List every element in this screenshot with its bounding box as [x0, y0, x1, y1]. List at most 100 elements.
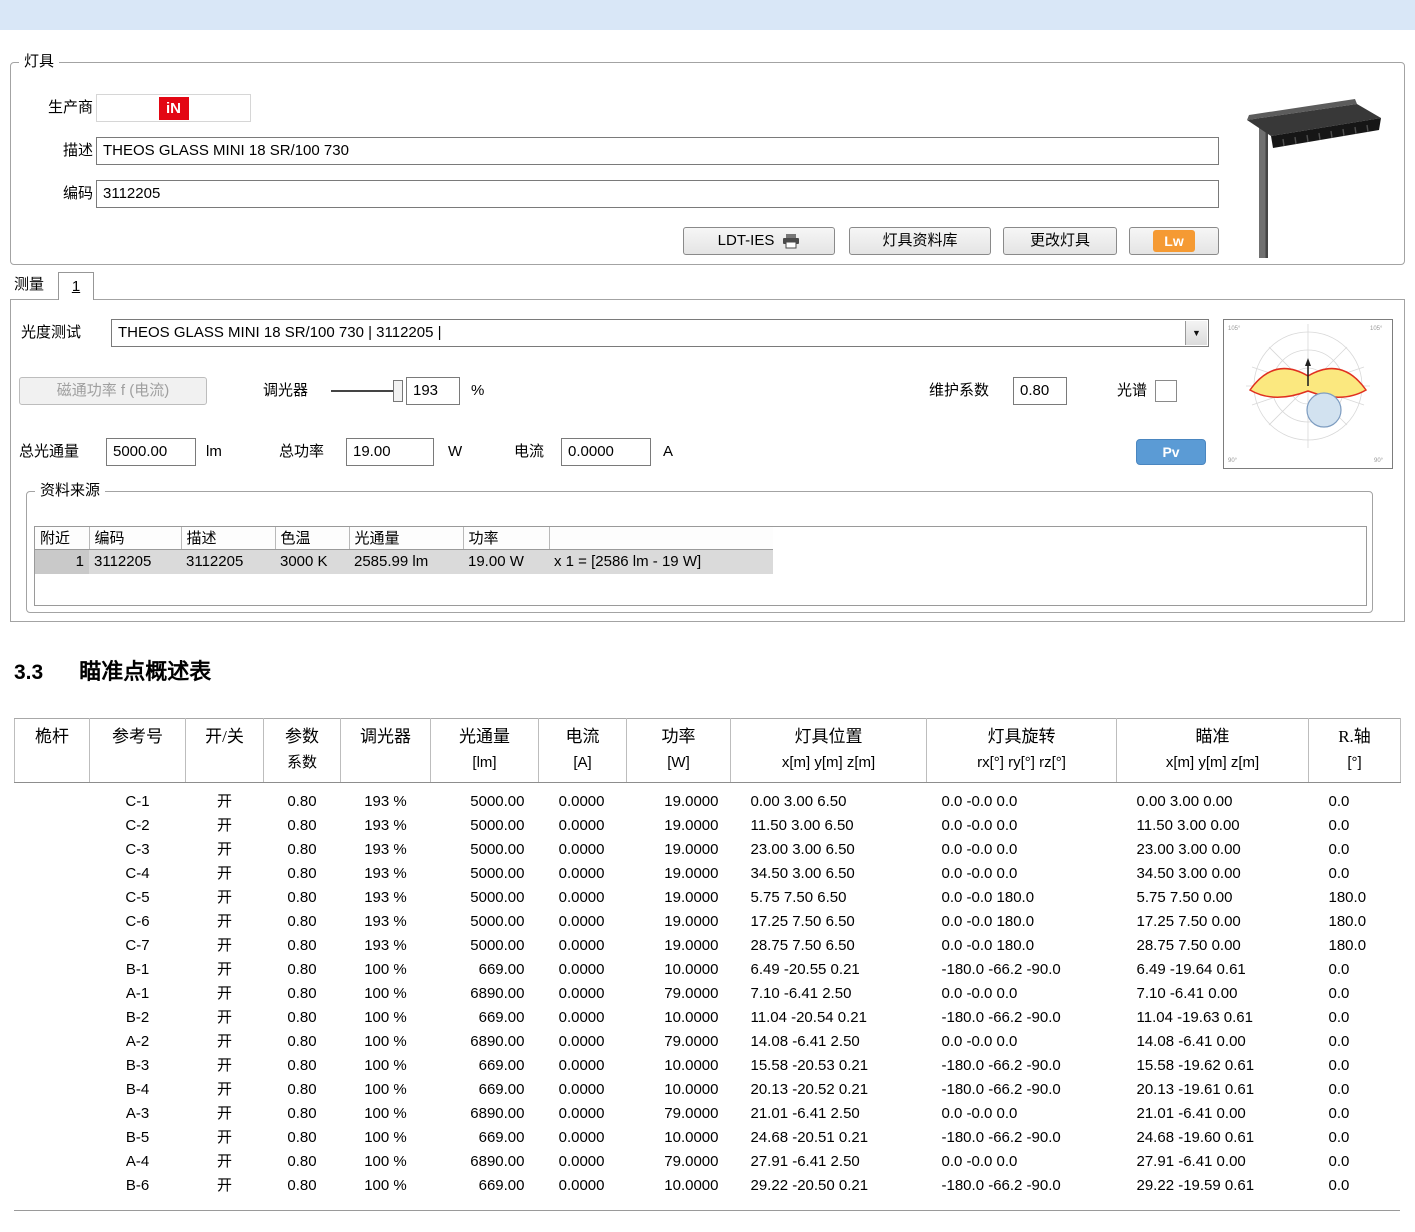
table-cell: 180.0 — [1309, 910, 1401, 934]
table-row: C-7开0.80193 %5000.000.000019.000028.75 7… — [15, 934, 1401, 958]
table-cell: 5.75 7.50 6.50 — [731, 886, 927, 910]
ldt-ies-button[interactable]: LDT-IES — [683, 227, 835, 255]
flux-power-button: 磁通功率 f (电流) — [19, 377, 207, 405]
table-cell: 0.80 — [264, 958, 341, 982]
section-title: 瞄准点概述表 — [79, 659, 211, 684]
table-cell: 19.0000 — [627, 862, 731, 886]
table-cell: 3112205 — [89, 549, 181, 574]
table-cell: B-5 — [90, 1126, 186, 1150]
table-cell: 20.13 -20.52 0.21 — [731, 1078, 927, 1102]
table-cell: 100 % — [341, 1030, 431, 1054]
table-cell: 开 — [186, 910, 264, 934]
source-table-row[interactable]: 1311220531122053000 K2585.99 lm19.00 Wx … — [35, 549, 1366, 574]
photometric-combobox[interactable]: THEOS GLASS MINI 18 SR/100 730 | 3112205… — [111, 319, 1209, 347]
column-header: 参考号 — [90, 719, 186, 783]
current-input[interactable]: 0.0000 — [561, 438, 651, 466]
table-cell: -180.0 -66.2 -90.0 — [927, 1126, 1117, 1150]
top-bar — [0, 0, 1415, 30]
spectrum-checkbox[interactable] — [1155, 380, 1177, 402]
column-header-empty — [549, 527, 773, 549]
table-cell: 5000.00 — [431, 886, 539, 910]
polar-curve-icon: 105°105° 90°90° — [1224, 320, 1392, 468]
table-cell: 0.0 -0.0 180.0 — [927, 886, 1117, 910]
table-cell: 669.00 — [431, 1006, 539, 1030]
table-cell: B-6 — [90, 1174, 186, 1198]
polar-diagram: 105°105° 90°90° — [1223, 319, 1393, 469]
luminaire-database-button[interactable]: 灯具资料库 — [849, 227, 991, 255]
code-input[interactable]: 3112205 — [96, 180, 1219, 208]
change-luminaire-button[interactable]: 更改灯具 — [1003, 227, 1117, 255]
total-flux-input[interactable]: 5000.00 — [106, 438, 196, 466]
total-flux-label: 总光通量 — [19, 438, 79, 466]
table-cell: 0.0 — [1309, 814, 1401, 838]
table-cell: 0.0000 — [539, 1126, 627, 1150]
table-cell: 0.0 — [1309, 958, 1401, 982]
table-cell: 0.0000 — [539, 934, 627, 958]
table-cell: 6.49 -19.64 0.61 — [1117, 958, 1309, 982]
table-row: B-5开0.80100 %669.000.000010.000024.68 -2… — [15, 1126, 1401, 1150]
slider-thumb[interactable] — [393, 380, 403, 402]
table-cell — [15, 1054, 90, 1078]
maintenance-factor-input[interactable]: 0.80 — [1013, 377, 1067, 405]
table-cell: 193 % — [341, 783, 431, 815]
data-source-groupbox: 资料来源 附近编码描述色温光通量功率 1311220531122053000 K… — [26, 491, 1373, 613]
table-cell: 669.00 — [431, 1126, 539, 1150]
table-cell: 开 — [186, 982, 264, 1006]
table-row: A-1开0.80100 %6890.000.000079.00007.10 -6… — [15, 982, 1401, 1006]
table-row: A-2开0.80100 %6890.000.000079.000014.08 -… — [15, 1030, 1401, 1054]
table-cell: 27.91 -6.41 0.00 — [1117, 1150, 1309, 1174]
dimmer-label: 调光器 — [263, 377, 308, 405]
data-source-legend: 资料来源 — [35, 481, 105, 501]
table-row: B-4开0.80100 %669.000.000010.000020.13 -2… — [15, 1078, 1401, 1102]
description-input[interactable]: THEOS GLASS MINI 18 SR/100 730 — [96, 137, 1219, 165]
lw-button[interactable]: Lw — [1129, 227, 1219, 255]
table-cell: 开 — [186, 886, 264, 910]
table-cell: 14.08 -6.41 2.50 — [731, 1030, 927, 1054]
table-cell: 0.80 — [264, 1054, 341, 1078]
table-cell: 100 % — [341, 1174, 431, 1198]
table-cell: A-3 — [90, 1102, 186, 1126]
table-cell: 0.0 -0.0 0.0 — [927, 1102, 1117, 1126]
table-cell: 100 % — [341, 958, 431, 982]
column-header: 功率 — [463, 527, 549, 549]
table-cell: 28.75 7.50 6.50 — [731, 934, 927, 958]
table-cell — [15, 958, 90, 982]
table-cell: 180.0 — [1309, 886, 1401, 910]
table-row: B-3开0.80100 %669.000.000010.000015.58 -2… — [15, 1054, 1401, 1078]
chevron-down-icon[interactable]: ▼ — [1185, 321, 1207, 345]
total-power-input[interactable]: 19.00 — [346, 438, 434, 466]
table-cell: 0.0000 — [539, 1150, 627, 1174]
column-header: 开/关 — [186, 719, 264, 783]
svg-text:105°: 105° — [1370, 326, 1383, 332]
table-cell: 开 — [186, 958, 264, 982]
table-cell: 180.0 — [1309, 934, 1401, 958]
table-cell: 开 — [186, 1006, 264, 1030]
table-cell: 21.01 -6.41 2.50 — [731, 1102, 927, 1126]
table-cell: 0.0 — [1309, 783, 1401, 815]
measurement-tab-1[interactable]: 1 — [58, 272, 94, 300]
table-cell: 0.0 — [1309, 1054, 1401, 1078]
table-cell: 100 % — [341, 1078, 431, 1102]
table-cell — [15, 934, 90, 958]
table-cell: 19.0000 — [627, 886, 731, 910]
manufacturer-box[interactable]: iN — [96, 94, 251, 122]
pv-button[interactable]: Pv — [1136, 439, 1206, 465]
table-cell: 开 — [186, 1102, 264, 1126]
table-cell: 0.0 — [1309, 1174, 1401, 1198]
table-cell: 0.0 — [1309, 862, 1401, 886]
table-cell — [15, 1006, 90, 1030]
table-cell: 193 % — [341, 934, 431, 958]
dimmer-input[interactable]: 193 — [406, 377, 460, 405]
table-cell: 15.58 -19.62 0.61 — [1117, 1054, 1309, 1078]
dimmer-slider[interactable] — [331, 377, 409, 405]
table-cell: 5000.00 — [431, 934, 539, 958]
column-header: 附近 — [35, 527, 89, 549]
table-cell: 6.49 -20.55 0.21 — [731, 958, 927, 982]
table-cell: 7.10 -6.41 2.50 — [731, 982, 927, 1006]
table-cell: C-5 — [90, 886, 186, 910]
table-cell: 15.58 -20.53 0.21 — [731, 1054, 927, 1078]
table-cell — [15, 910, 90, 934]
table-cell: 开 — [186, 838, 264, 862]
table-cell: x 1 = [2586 lm - 19 W] — [549, 549, 773, 574]
table-cell: 0.0000 — [539, 1102, 627, 1126]
